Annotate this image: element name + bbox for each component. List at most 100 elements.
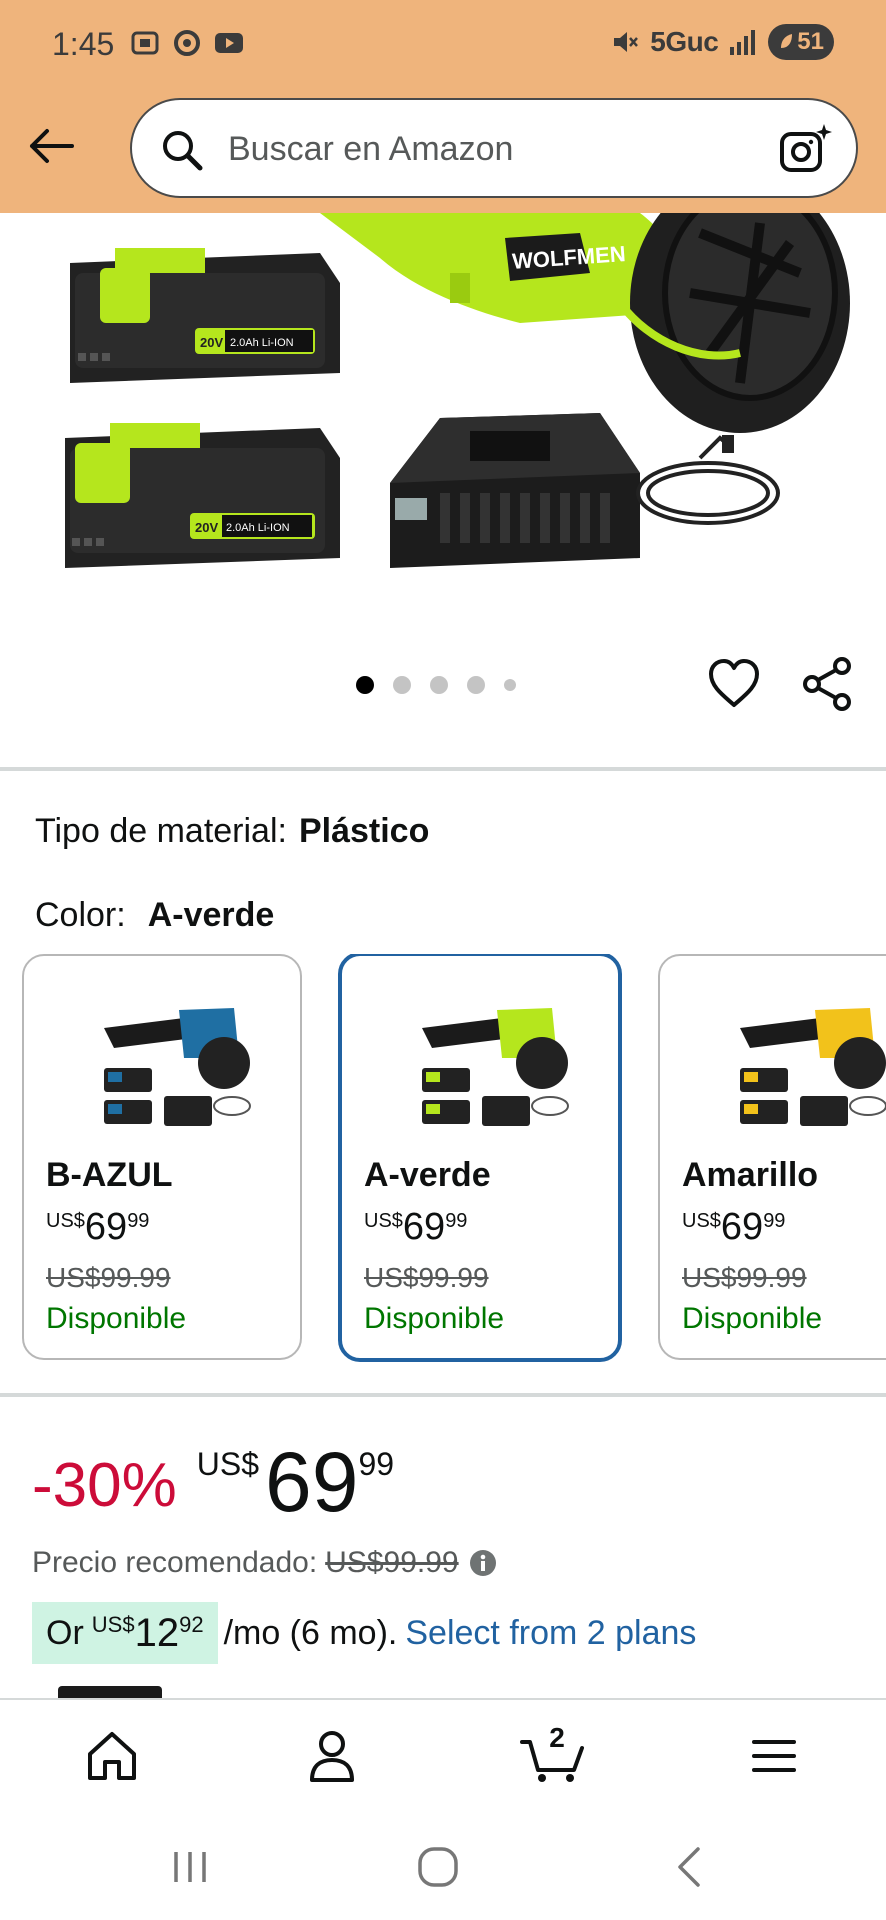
swatch-product-thumbnail	[104, 1008, 251, 1126]
price-whole: 69	[265, 1435, 359, 1529]
bottom-navigation: 2	[0, 1698, 886, 1808]
arrow-left-icon	[30, 129, 74, 163]
swatch-price-fraction: 99	[127, 1210, 150, 1232]
search-input[interactable]: Buscar en Amazon	[130, 98, 858, 198]
color-attribute: Color: A-verde	[35, 896, 274, 935]
swatch-price-whole: 69	[402, 1206, 446, 1248]
search-icon	[163, 131, 203, 171]
swatch-list-price: US$99.99	[682, 1262, 807, 1293]
swatch-price-currency: US$	[46, 1210, 85, 1232]
svg-text:20V: 20V	[195, 520, 218, 535]
search-placeholder: Buscar en Amazon	[228, 130, 514, 168]
swatch-list-price: US$99.99	[364, 1262, 489, 1293]
partially-hidden-badge	[58, 1686, 162, 1698]
svg-text:20V: 20V	[200, 335, 223, 350]
material-label: Tipo de material:	[35, 812, 287, 850]
nav-cart[interactable]: 2	[520, 1722, 590, 1784]
product-illustration: WOLFMEN 20V 2.0Ah Li-ION 20V 2.0Ah Li-IO…	[65, 213, 850, 568]
installment-prefix: Or	[46, 1613, 84, 1652]
heart-icon	[709, 659, 759, 707]
battery-saver-icon	[781, 34, 793, 48]
installment-plan: Or US$ 12 92 /mo (6 mo). Select from 2 pla…	[32, 1602, 696, 1664]
section-divider	[0, 1393, 886, 1397]
carousel-dot-1[interactable]	[356, 676, 374, 694]
rrp-value: US$99.99	[325, 1546, 459, 1579]
battery-1: 20V 2.0Ah Li-ION	[70, 248, 340, 383]
home-system-button[interactable]	[410, 1844, 466, 1890]
section-divider	[0, 767, 886, 771]
info-icon[interactable]	[469, 1549, 497, 1577]
nav-account[interactable]	[302, 1728, 362, 1784]
swatch-price: US$6999	[364, 1206, 467, 1249]
status-system-icons: 5Guc 51	[610, 24, 834, 60]
swatch-availability: Disponible	[364, 1302, 505, 1335]
vpn-icon	[174, 30, 200, 56]
nav-home[interactable]	[82, 1728, 142, 1784]
back-system-button[interactable]	[662, 1844, 718, 1890]
image-carousel-indicator[interactable]	[356, 676, 516, 694]
status-bar: 1:45 5Guc 51	[0, 0, 886, 90]
swatch-list-price: US$99.99	[46, 1262, 171, 1293]
recent-apps-button[interactable]	[162, 1844, 218, 1890]
color-swatch-list[interactable]: B-AZUL US$6999 US$99.99 Disponible A-ver…	[22, 954, 886, 1364]
person-icon	[310, 1731, 354, 1782]
charger	[390, 413, 780, 568]
carousel-dot-2[interactable]	[393, 676, 411, 694]
swatch-product-thumbnail	[422, 1008, 569, 1126]
price-fraction: 99	[358, 1446, 395, 1482]
swatch-price-fraction: 99	[763, 1210, 786, 1232]
swatch-availability: Disponible	[46, 1302, 187, 1335]
nav-menu[interactable]	[744, 1728, 804, 1784]
discount-percent: -30%	[32, 1451, 177, 1520]
installment-whole: 12	[134, 1610, 180, 1655]
swatch-price-whole: 69	[720, 1206, 764, 1248]
battery-2: 20V 2.0Ah Li-ION	[65, 423, 340, 568]
share-icon	[803, 657, 851, 711]
recent-apps-icon	[174, 1852, 206, 1882]
rrp-label: Precio recomendado:	[32, 1546, 318, 1579]
home-icon	[88, 1732, 136, 1780]
back-button[interactable]	[24, 118, 80, 174]
header: 1:45 5Guc 51 Buscar en Amazon	[0, 0, 886, 213]
installment-fraction: 92	[179, 1612, 204, 1637]
swatch-price-currency: US$	[682, 1210, 721, 1232]
swatch-price: US$6999	[46, 1206, 149, 1249]
svg-text:2.0Ah Li-ION: 2.0Ah Li-ION	[230, 337, 294, 349]
installment-suffix: /mo (6 mo).	[223, 1613, 398, 1652]
carousel-dot-4[interactable]	[467, 676, 485, 694]
carousel-dot-5[interactable]	[504, 679, 516, 691]
screenshot-icon	[131, 31, 159, 55]
camera-search-icon[interactable]	[778, 122, 832, 176]
battery-level: 51	[797, 28, 824, 55]
status-time: 1:45	[52, 26, 115, 62]
color-value: A-verde	[147, 896, 275, 934]
wishlist-button[interactable]	[706, 656, 762, 712]
swatch-b-azul[interactable]: B-AZUL US$6999 US$99.99 Disponible	[22, 954, 302, 1360]
signal-icon	[730, 30, 756, 55]
select-plans-link[interactable]: Select from 2 plans	[405, 1614, 696, 1653]
color-label: Color:	[35, 896, 126, 934]
home-circle-icon	[418, 1847, 458, 1887]
swatch-product-thumbnail	[740, 1008, 886, 1126]
product-image[interactable]: WOLFMEN 20V 2.0Ah Li-ION 20V 2.0Ah Li-IO…	[0, 213, 886, 633]
status-notification-icons	[130, 28, 244, 58]
swatch-availability: Disponible	[682, 1302, 823, 1335]
recommended-price: Precio recomendado: US$99.99	[32, 1546, 497, 1580]
mute-icon	[614, 32, 639, 52]
system-navigation-bar	[0, 1808, 886, 1920]
cart-count-badge: 2	[549, 1722, 565, 1753]
material-attribute: Tipo de material: Plástico	[35, 812, 429, 851]
swatch-amarillo[interactable]: Amarillo US$6999 US$99.99 Disponible	[658, 954, 886, 1360]
chevron-left-icon	[678, 1847, 700, 1887]
swatch-price-whole: 69	[84, 1206, 128, 1248]
carousel-dot-3[interactable]	[430, 676, 448, 694]
swatch-price-currency: US$	[364, 1210, 403, 1232]
swatch-a-verde[interactable]: A-verde US$6999 US$99.99 Disponible	[338, 954, 622, 1362]
price-display: -30% US$ 69 99	[32, 1440, 394, 1524]
hamburger-menu-icon	[752, 1740, 796, 1772]
swatch-name: A-verde	[364, 1156, 491, 1194]
share-button[interactable]	[800, 656, 856, 712]
swatch-name: Amarillo	[682, 1156, 819, 1194]
network-type: 5Guc	[650, 26, 719, 57]
price-currency: US$	[196, 1446, 259, 1482]
